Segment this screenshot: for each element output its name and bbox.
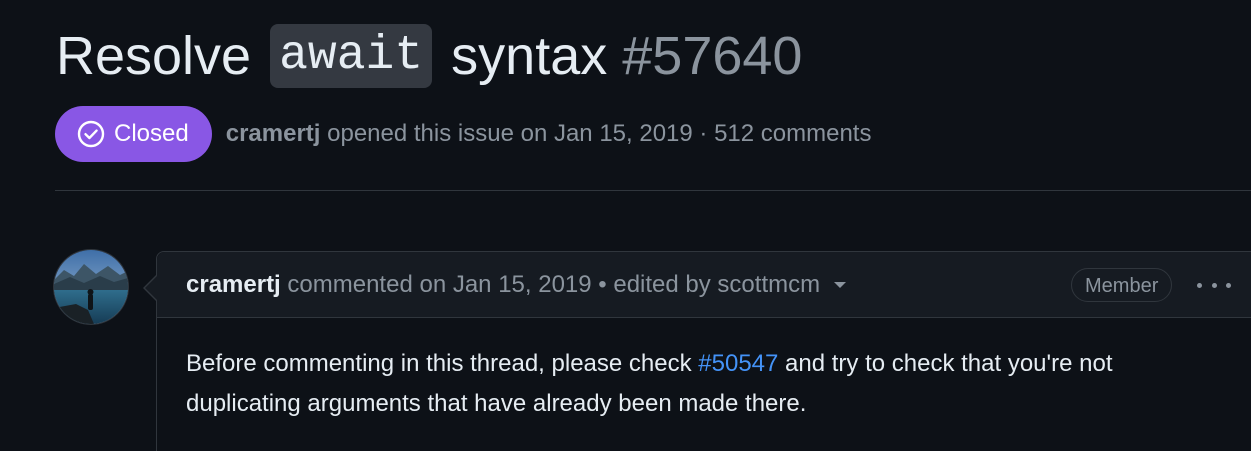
issue-reference-link[interactable]: #50547 (698, 350, 778, 377)
comment-meta: commented on Jan 15, 2019 • edited by sc… (287, 271, 821, 298)
comment-body: Before commenting in this thread, please… (186, 344, 1196, 424)
issue-meta-text: cramertj opened this issue on Jan 15, 20… (226, 120, 872, 148)
divider (55, 190, 1251, 191)
comment-box: cramertj commented on Jan 15, 2019 • edi… (156, 251, 1251, 451)
issue-meta: Closed cramertj opened this issue on Jan… (55, 106, 871, 162)
avatar[interactable] (54, 250, 128, 324)
issue-page: Resolve await syntax #57640 Closed crame… (0, 0, 1251, 451)
kebab-dot (1211, 282, 1217, 288)
issue-author-link[interactable]: cramertj (226, 120, 321, 147)
edit-history-dropdown[interactable] (834, 281, 847, 288)
avatar-image (54, 250, 128, 324)
title-text-suffix: syntax (451, 26, 608, 86)
member-badge: Member (1071, 268, 1173, 302)
comment-header: cramertj commented on Jan 15, 2019 • edi… (157, 252, 1251, 318)
kebab-horizontal-icon (1197, 282, 1202, 288)
status-label: Closed (114, 120, 189, 147)
comment-options-button[interactable] (1197, 274, 1231, 296)
comment-pointer-fill (145, 275, 158, 301)
status-badge: Closed (55, 106, 212, 162)
comment-header-text: cramertj commented on Jan 15, 2019 • edi… (186, 270, 847, 300)
check-circle-icon (77, 120, 105, 148)
title-text: Resolve (56, 26, 252, 86)
issue-meta-details: opened this issue on Jan 15, 2019 · 512 … (327, 120, 872, 147)
comment-author-link[interactable]: cramertj (186, 271, 281, 298)
issue-number: #57640 (622, 26, 803, 86)
page-title: Resolve await syntax #57640 (56, 24, 802, 88)
kebab-dot (1226, 282, 1231, 288)
title-code: await (270, 24, 433, 88)
comment-body-text: Before commenting in this thread, please… (186, 350, 692, 377)
